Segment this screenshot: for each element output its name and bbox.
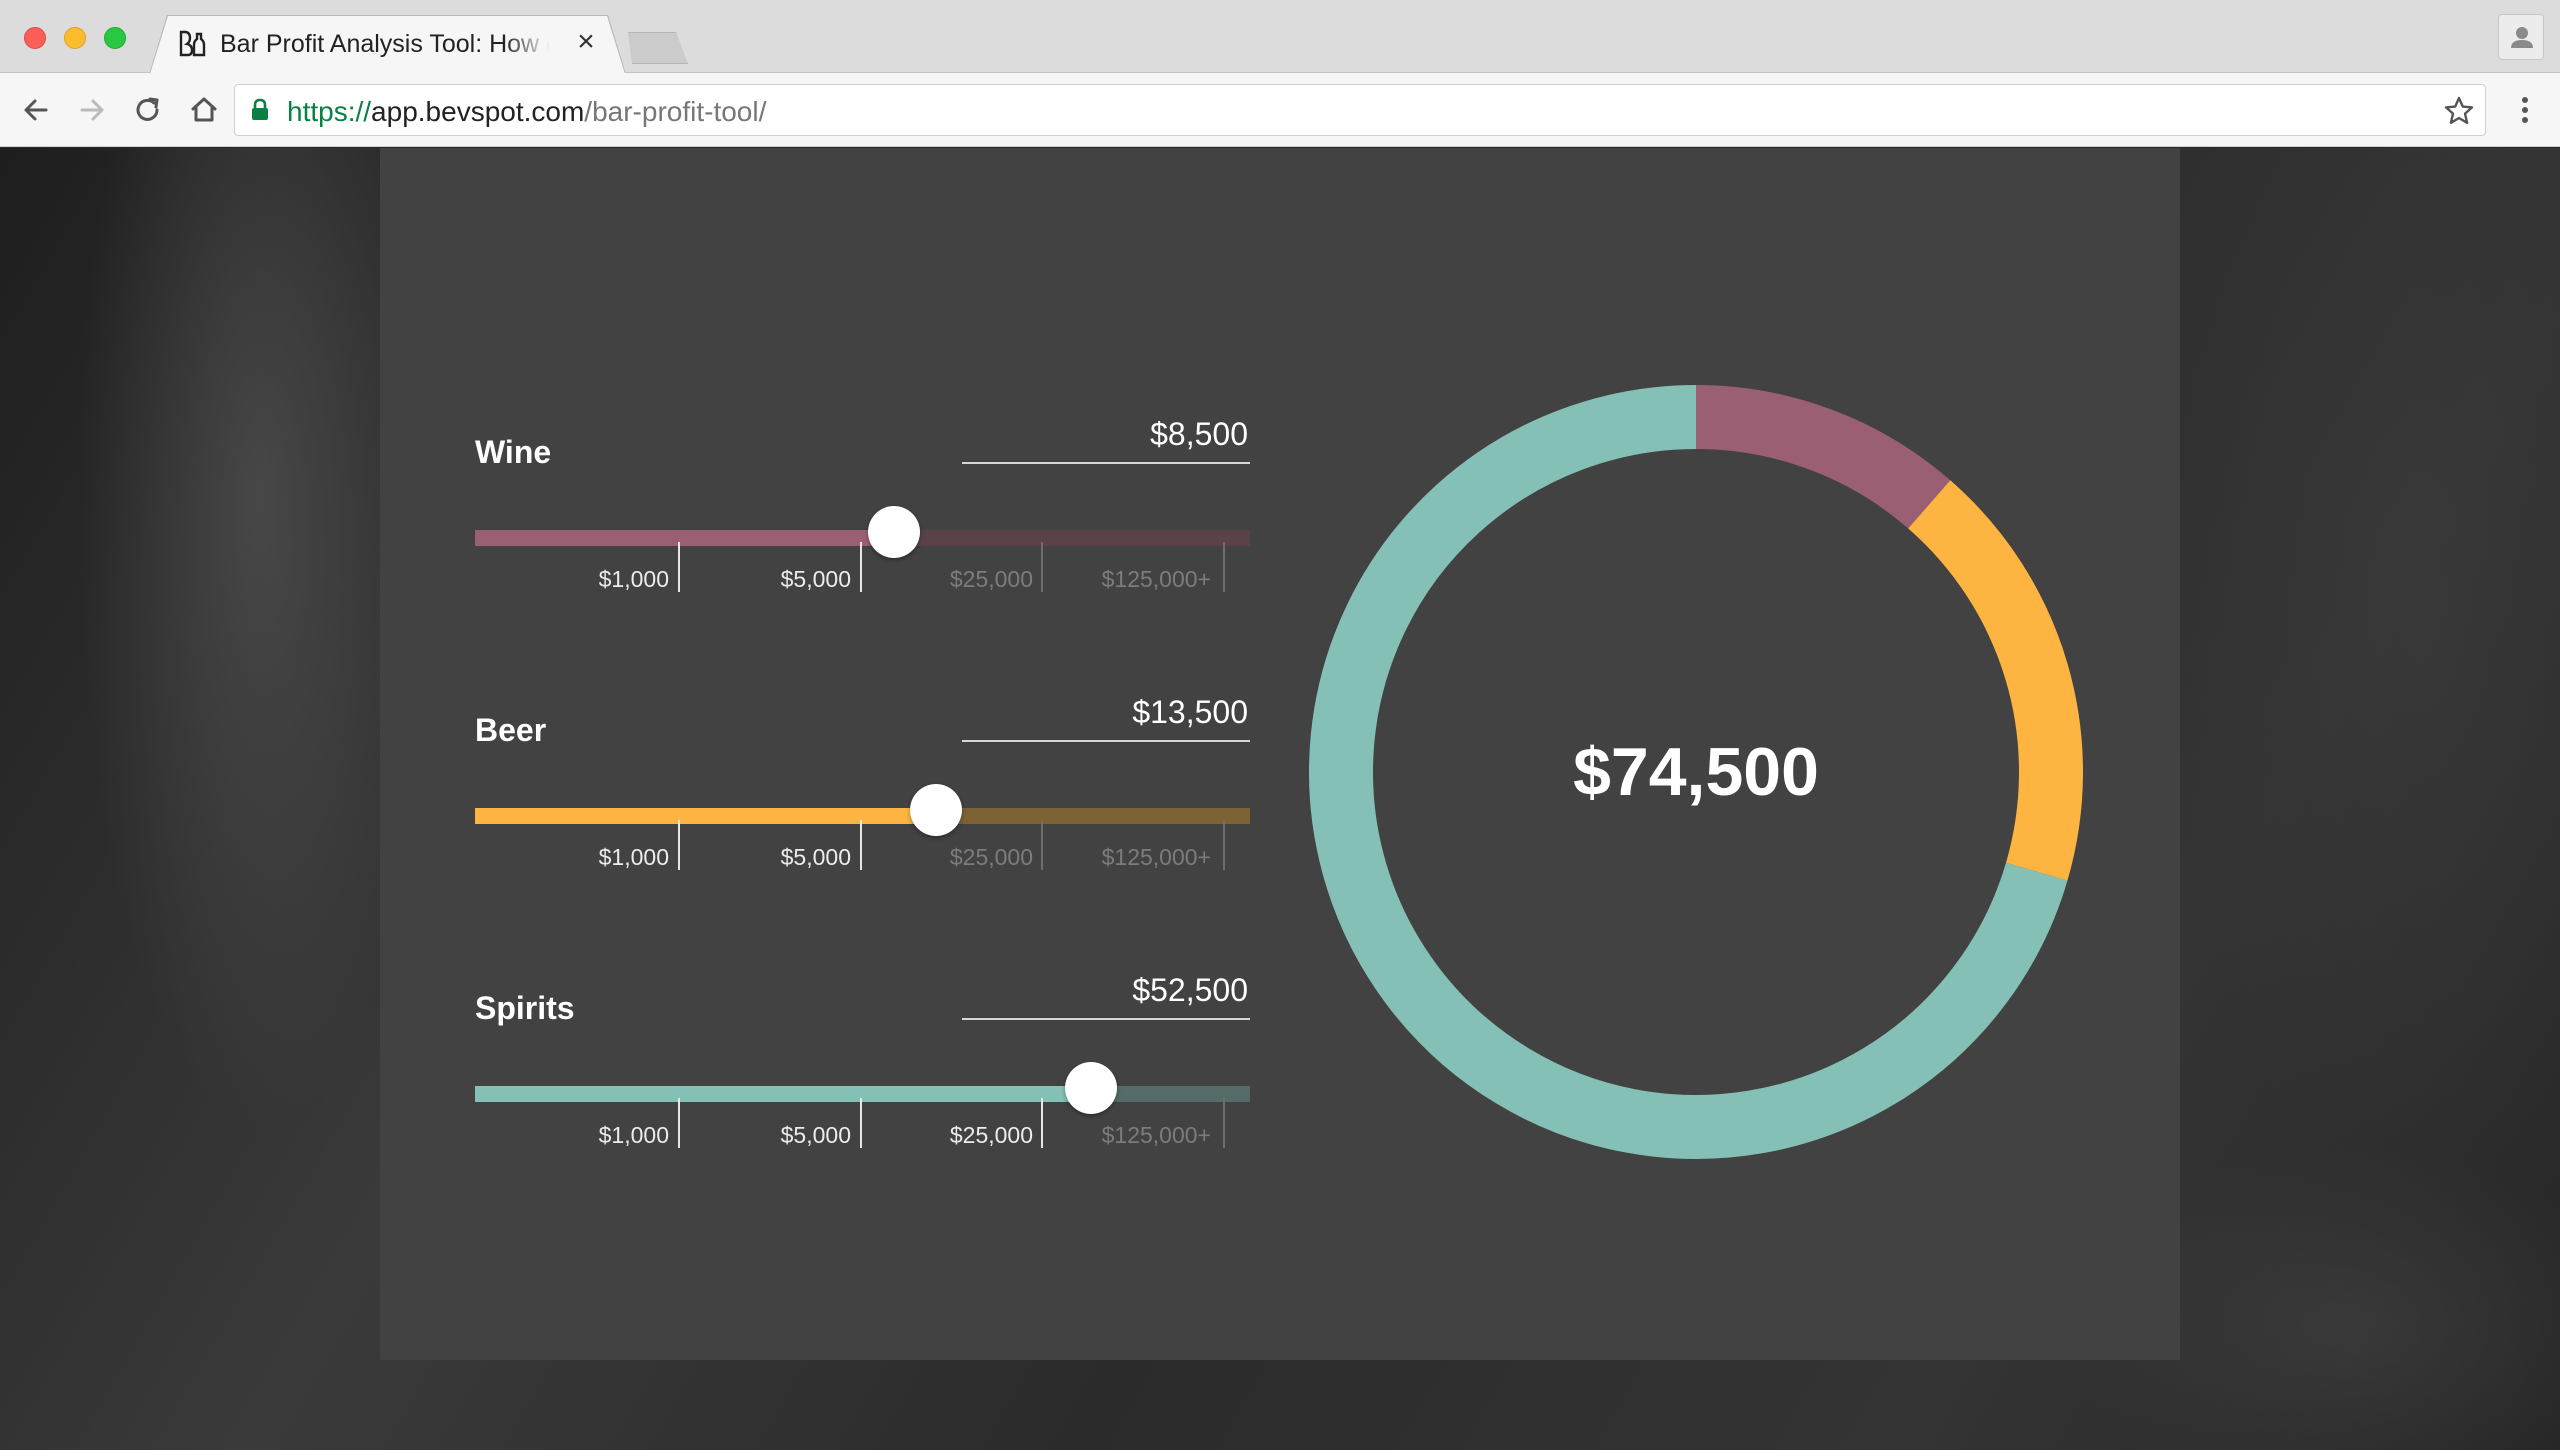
forward-arrow-icon[interactable] <box>72 90 112 130</box>
tick-mark <box>1041 1098 1043 1148</box>
slider-wine[interactable]: $1,000 $5,000 $25,000 $125,000+ <box>475 506 1250 592</box>
amount-value: $8,500 <box>1150 416 1248 452</box>
slider-beer[interactable]: $1,000 $5,000 $25,000 $125,000+ <box>475 784 1250 870</box>
back-arrow-icon[interactable] <box>16 90 56 130</box>
tick-label: $5,000 <box>780 844 851 870</box>
more-menu-icon[interactable] <box>2510 90 2540 130</box>
category-label: Beer <box>475 712 547 748</box>
tick-label: $1,000 <box>598 1122 669 1148</box>
tick-label: $125,000+ <box>1101 844 1211 870</box>
url-host: app.bevspot.com <box>371 96 585 127</box>
tick-mark <box>860 1098 862 1148</box>
slider-thumb[interactable] <box>867 506 920 558</box>
tick-mark <box>860 542 862 592</box>
donut-total-value: $74,500 <box>1573 734 1819 810</box>
tick-mark <box>1223 542 1225 592</box>
tick-mark <box>678 820 680 870</box>
slider-fill <box>475 808 937 824</box>
slider-thumb[interactable] <box>910 784 963 836</box>
profit-tool-panel: Wine $8,500 $1,000 $5,000 $25,000 $125,0… <box>380 148 2180 1360</box>
lock-icon <box>252 98 268 120</box>
tick-mark <box>678 542 680 592</box>
url-text: https://app.bevspot.com/bar-profit-tool/ <box>287 96 766 128</box>
slider-spirits[interactable]: $1,000 $5,000 $25,000 $125,000+ <box>475 1062 1250 1148</box>
url-path: /bar-profit-tool/ <box>584 96 767 127</box>
amount-input-spirits[interactable]: $52,500 <box>962 968 1250 1020</box>
slider-thumb[interactable] <box>1065 1062 1118 1114</box>
tick-label: $25,000 <box>949 1122 1033 1148</box>
category-label: Spirits <box>475 990 575 1026</box>
amount-input-beer[interactable]: $13,500 <box>962 690 1250 742</box>
new-tab-button[interactable] <box>620 32 688 64</box>
slider-fill <box>475 1086 1092 1102</box>
home-icon[interactable] <box>184 90 224 130</box>
bookmark-star-icon[interactable] <box>2441 93 2477 129</box>
person-icon <box>2511 27 2533 48</box>
tick-mark <box>678 1098 680 1148</box>
tick-label: $1,000 <box>598 844 669 870</box>
maximize-window-button[interactable] <box>104 27 126 49</box>
tick-label: $25,000 <box>949 844 1033 870</box>
close-window-button[interactable] <box>24 27 46 49</box>
reload-icon[interactable] <box>128 90 168 130</box>
tick-mark <box>1223 820 1225 870</box>
tab-close-icon[interactable]: × <box>572 27 600 57</box>
address-bar[interactable]: https://app.bevspot.com/bar-profit-tool/ <box>234 84 2486 136</box>
tick-label: $5,000 <box>780 566 851 592</box>
tick-mark <box>860 820 862 870</box>
url-scheme: https:// <box>287 96 372 127</box>
tick-label: $125,000+ <box>1101 1122 1211 1148</box>
tick-mark <box>1223 1098 1225 1148</box>
slider-fill <box>475 530 894 546</box>
spend-donut-chart: $74,500 <box>1308 384 2084 1160</box>
tick-label: $1,000 <box>598 566 669 592</box>
tick-label: $5,000 <box>780 1122 851 1148</box>
minimize-window-button[interactable] <box>64 27 86 49</box>
browser-tab-bar: Bar Profit Analysis Tool: How c × <box>0 0 2560 73</box>
bevspot-favicon-icon <box>179 30 206 57</box>
amount-value: $52,500 <box>1132 972 1248 1008</box>
tick-mark <box>1041 542 1043 592</box>
tick-label: $125,000+ <box>1101 566 1211 592</box>
browser-toolbar: https://app.bevspot.com/bar-profit-tool/ <box>0 73 2560 147</box>
page-viewport: Wine $8,500 $1,000 $5,000 $25,000 $125,0… <box>0 148 2560 1450</box>
amount-input-wine[interactable]: $8,500 <box>962 412 1250 464</box>
tick-mark <box>1041 820 1043 870</box>
amount-value: $13,500 <box>1132 694 1248 730</box>
tick-label: $25,000 <box>949 566 1033 592</box>
tab-title: Bar Profit Analysis Tool: How c <box>220 30 550 58</box>
profile-button[interactable] <box>2498 14 2544 60</box>
category-label: Wine <box>475 434 552 470</box>
